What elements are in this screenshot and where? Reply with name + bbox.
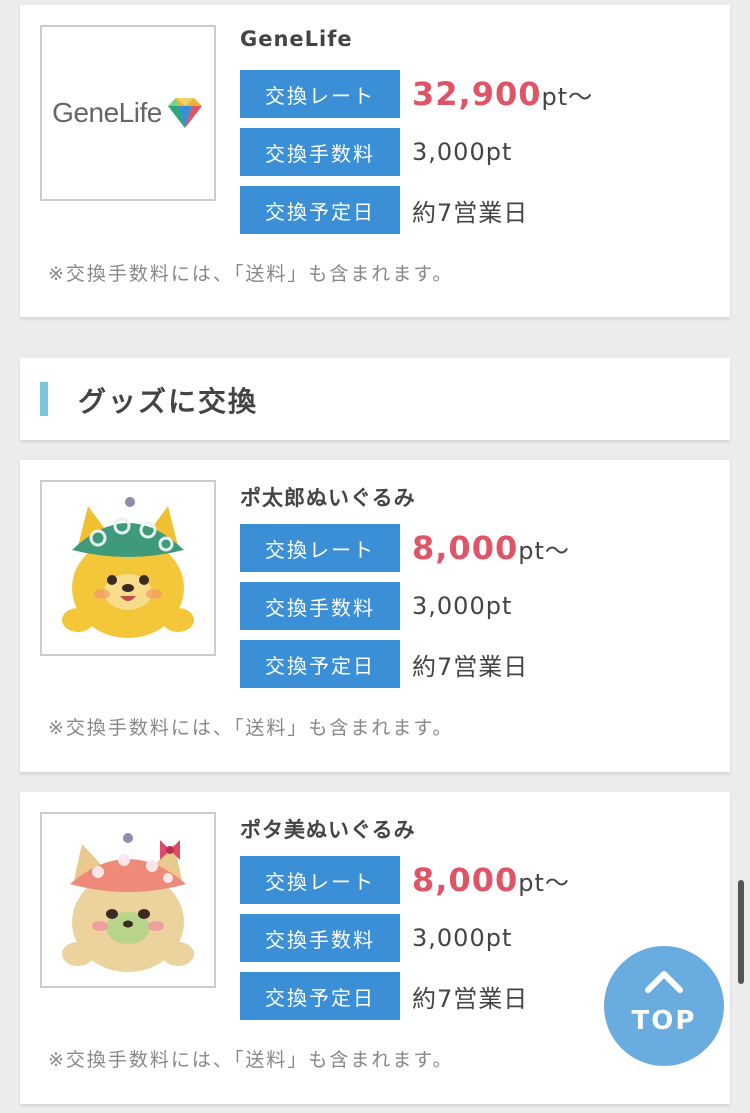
rate-label: 交換レート	[240, 70, 400, 118]
rate-row: 交換レート 32,900pt〜	[240, 70, 593, 118]
fee-row: 交換手数料 3,000pt	[240, 128, 512, 176]
fee-note: ※交換手数料には、「送料」も含まれます。	[48, 717, 454, 739]
section-heading: グッズに交換	[78, 385, 259, 418]
diamond-gem-icon	[167, 98, 202, 128]
fee-label: 交換手数料	[240, 128, 400, 176]
date-value: 約7営業日	[412, 652, 529, 681]
date-label: 交換予定日	[240, 972, 400, 1020]
fee-value: 3,000pt	[412, 592, 513, 620]
fee-row: 交換手数料 3,000pt	[240, 914, 512, 962]
rate-unit: pt〜	[518, 869, 570, 897]
genelife-logo: GeneLife	[52, 96, 204, 130]
date-value: 約7営業日	[412, 198, 529, 227]
chevron-up-icon	[645, 971, 683, 993]
rate-number: 32,900	[412, 75, 542, 113]
logo-text: GeneLife	[52, 97, 162, 128]
rate-unit: pt〜	[541, 83, 594, 111]
date-row: 交換予定日 約7営業日	[240, 640, 528, 688]
rate-number: 8,000	[412, 861, 519, 899]
fee-label: 交換手数料	[240, 914, 400, 962]
fee-label: 交換手数料	[240, 582, 400, 630]
fee-row: 交換手数料 3,000pt	[240, 582, 512, 630]
potaro-plush-image[interactable]	[40, 480, 216, 656]
fee-note: ※交換手数料には、「送料」も含まれます。	[48, 1049, 454, 1071]
date-label: 交換予定日	[240, 640, 400, 688]
back-to-top-label: TOP	[631, 1006, 697, 1036]
rate-label: 交換レート	[240, 524, 400, 572]
rate-unit: pt〜	[518, 537, 570, 565]
back-to-top-button[interactable]: TOP	[604, 946, 724, 1066]
date-row: 交換予定日 約7営業日	[240, 186, 528, 234]
section-accent-bar	[40, 382, 48, 416]
date-label: 交換予定日	[240, 186, 400, 234]
rate-number: 8,000	[412, 529, 519, 567]
date-value: 約7営業日	[412, 984, 529, 1013]
fee-value: 3,000pt	[412, 924, 513, 952]
genelife-logo-image[interactable]: GeneLife	[40, 25, 216, 201]
item-card-potaro: ポ太郎ぬいぐるみ 交換レート 8,000pt〜 交換手数料 3,000pt 交換…	[20, 460, 730, 772]
date-row: 交換予定日 約7営業日	[240, 972, 528, 1020]
potami-plush-image[interactable]	[40, 812, 216, 988]
item-title: ポタ美ぬいぐるみ	[240, 818, 416, 842]
rate-value: 8,000pt〜	[412, 529, 570, 567]
goods-section-header: グッズに交換	[20, 358, 730, 440]
item-card-genelife: GeneLife GeneLife 交換レート 32,900pt〜 交換手数料 …	[20, 5, 730, 317]
rate-row: 交換レート 8,000pt〜	[240, 856, 570, 904]
fee-value: 3,000pt	[412, 138, 513, 166]
rate-label: 交換レート	[240, 856, 400, 904]
potaro-plush-illustration	[62, 497, 194, 638]
potami-plush-illustration	[62, 833, 194, 972]
item-title: ポ太郎ぬいぐるみ	[240, 486, 416, 510]
rate-row: 交換レート 8,000pt〜	[240, 524, 570, 572]
scrollbar-thumb[interactable]	[738, 880, 744, 984]
fee-note: ※交換手数料には、「送料」も含まれます。	[48, 263, 454, 285]
rate-value: 32,900pt〜	[412, 75, 593, 113]
item-title: GeneLife	[240, 27, 353, 51]
rate-value: 8,000pt〜	[412, 861, 570, 899]
item-card-potami: ポタ美ぬいぐるみ 交換レート 8,000pt〜 交換手数料 3,000pt 交換…	[20, 792, 730, 1104]
